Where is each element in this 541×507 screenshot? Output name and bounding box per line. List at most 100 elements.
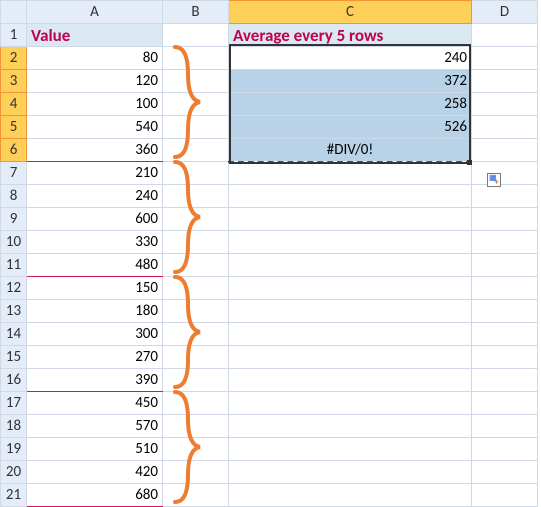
row-header[interactable]: 15 <box>1 346 27 369</box>
cell-value[interactable]: 420 <box>27 461 163 484</box>
cell-avg[interactable]: 258 <box>229 93 472 116</box>
select-all-corner[interactable] <box>1 1 27 24</box>
cell[interactable] <box>229 208 472 231</box>
cell-avg[interactable]: 240 <box>229 47 472 70</box>
cell-value[interactable]: 360 <box>27 139 163 162</box>
row-header[interactable]: 16 <box>1 369 27 392</box>
row-header[interactable]: 10 <box>1 231 27 254</box>
cell[interactable] <box>229 346 472 369</box>
cell[interactable] <box>472 323 538 346</box>
cell[interactable] <box>472 369 538 392</box>
cell[interactable] <box>163 254 229 277</box>
autofill-options-icon[interactable]: ▦ + <box>487 173 501 187</box>
cell[interactable] <box>163 300 229 323</box>
cell[interactable] <box>229 461 472 484</box>
cell[interactable] <box>472 346 538 369</box>
cell[interactable] <box>229 185 472 208</box>
cell[interactable] <box>229 300 472 323</box>
cell[interactable] <box>163 185 229 208</box>
row-header[interactable]: 9 <box>1 208 27 231</box>
cell[interactable] <box>229 392 472 415</box>
cell[interactable] <box>163 369 229 392</box>
cell[interactable] <box>472 70 538 93</box>
cell[interactable] <box>163 346 229 369</box>
cell[interactable] <box>229 323 472 346</box>
cell[interactable] <box>163 162 229 185</box>
cell-value[interactable]: 330 <box>27 231 163 254</box>
cell[interactable] <box>229 438 472 461</box>
row-header[interactable]: 11 <box>1 254 27 277</box>
cell[interactable] <box>163 231 229 254</box>
cell-avg-error[interactable]: #DIV/0! <box>229 139 472 162</box>
cell[interactable] <box>229 162 472 185</box>
cell[interactable] <box>472 139 538 162</box>
cell[interactable] <box>472 484 538 507</box>
cell[interactable] <box>472 461 538 484</box>
row-header[interactable]: 21 <box>1 484 27 507</box>
cell[interactable] <box>163 47 229 70</box>
cell-value[interactable]: 80 <box>27 47 163 70</box>
cell-avg[interactable]: 372 <box>229 70 472 93</box>
cell-avg[interactable]: 526 <box>229 116 472 139</box>
cell[interactable] <box>163 392 229 415</box>
cell[interactable] <box>229 254 472 277</box>
cell-value[interactable]: 450 <box>27 392 163 415</box>
cell[interactable] <box>472 300 538 323</box>
row-header[interactable]: 2 <box>1 47 27 70</box>
cell[interactable] <box>472 277 538 300</box>
cell[interactable] <box>472 116 538 139</box>
cell[interactable] <box>472 47 538 70</box>
cell-value[interactable]: 150 <box>27 277 163 300</box>
cell[interactable] <box>229 277 472 300</box>
spreadsheet-grid[interactable]: A B C D 1 Value Average every 5 rows 280… <box>0 0 538 507</box>
cell-value[interactable]: 300 <box>27 323 163 346</box>
cell-value[interactable]: 210 <box>27 162 163 185</box>
cell[interactable] <box>229 231 472 254</box>
cell[interactable] <box>472 392 538 415</box>
row-header[interactable]: 6 <box>1 139 27 162</box>
cell[interactable] <box>472 231 538 254</box>
row-header[interactable]: 8 <box>1 185 27 208</box>
cell[interactable] <box>229 484 472 507</box>
cell[interactable] <box>163 415 229 438</box>
cell-value[interactable]: 600 <box>27 208 163 231</box>
cell[interactable] <box>163 461 229 484</box>
row-header[interactable]: 12 <box>1 277 27 300</box>
row-header[interactable]: 4 <box>1 93 27 116</box>
cell-value[interactable]: 510 <box>27 438 163 461</box>
row-header[interactable]: 20 <box>1 461 27 484</box>
cell-value[interactable]: 540 <box>27 116 163 139</box>
cell[interactable] <box>472 438 538 461</box>
col-header-b[interactable]: B <box>163 1 229 24</box>
row-header[interactable]: 18 <box>1 415 27 438</box>
cell[interactable] <box>163 484 229 507</box>
cell[interactable] <box>163 208 229 231</box>
row-header[interactable]: 14 <box>1 323 27 346</box>
row-header[interactable]: 19 <box>1 438 27 461</box>
cell[interactable] <box>163 24 229 47</box>
cell[interactable] <box>472 208 538 231</box>
cell[interactable] <box>229 415 472 438</box>
cell-value[interactable]: 680 <box>27 484 163 507</box>
cell-value[interactable]: 100 <box>27 93 163 116</box>
cell[interactable] <box>163 139 229 162</box>
header-value[interactable]: Value <box>27 24 163 47</box>
cell[interactable] <box>163 116 229 139</box>
col-header-d[interactable]: D <box>472 1 538 24</box>
cell[interactable] <box>229 369 472 392</box>
cell[interactable] <box>472 185 538 208</box>
row-header[interactable]: 13 <box>1 300 27 323</box>
cell[interactable] <box>163 438 229 461</box>
cell[interactable] <box>163 70 229 93</box>
cell-value[interactable]: 270 <box>27 346 163 369</box>
cell-value[interactable]: 240 <box>27 185 163 208</box>
header-average[interactable]: Average every 5 rows <box>229 24 472 47</box>
cell[interactable] <box>472 254 538 277</box>
cell[interactable] <box>472 162 538 185</box>
row-header[interactable]: 5 <box>1 116 27 139</box>
cell[interactable] <box>163 93 229 116</box>
col-header-c[interactable]: C <box>229 1 472 24</box>
cell[interactable] <box>472 24 538 47</box>
cell[interactable] <box>163 323 229 346</box>
row-header[interactable]: 7 <box>1 162 27 185</box>
